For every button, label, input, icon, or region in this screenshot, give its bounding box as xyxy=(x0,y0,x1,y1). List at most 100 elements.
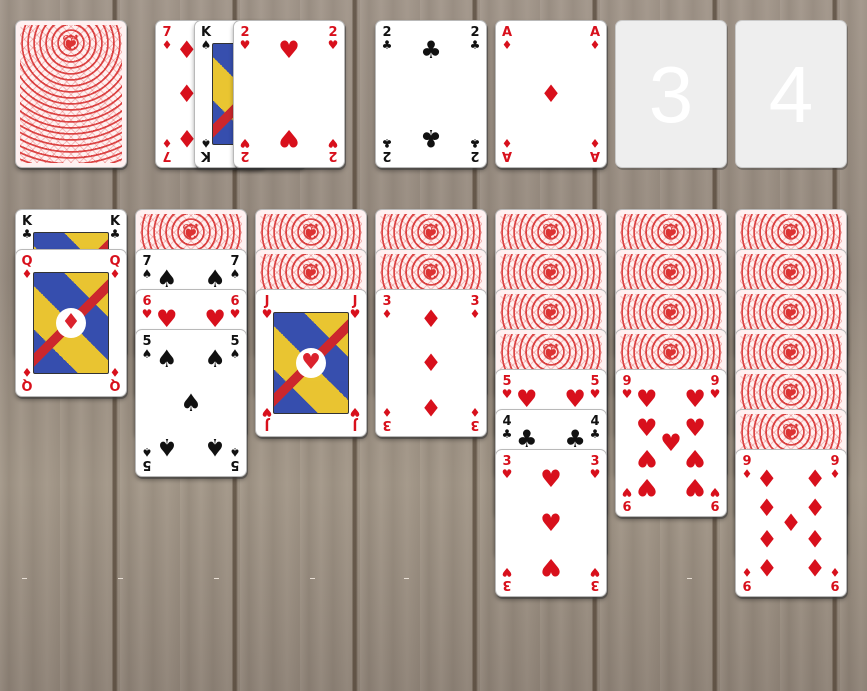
card-suit-label: ♠ xyxy=(141,445,153,459)
card-index-bl: 3 ♦ xyxy=(379,405,395,432)
suit-pip-icon: ♠ xyxy=(204,345,226,374)
table-marking xyxy=(687,578,692,579)
foundation-4-empty-slot[interactable]: 4 xyxy=(735,20,847,168)
card-index-br: 3 ♦ xyxy=(467,405,483,432)
card-rank-label: 2 xyxy=(382,148,392,163)
card-suit-label: ♥ xyxy=(229,307,241,321)
tableau-4-card[interactable]: 3 ♦ 3 ♦ 3 ♦ 3 ♦ ♦ ♦ ♦ xyxy=(375,289,487,437)
card-rank-label: 2 xyxy=(470,148,480,163)
suit-pip-icon: ♥ xyxy=(278,123,300,152)
card-index-br: 2 ♣ xyxy=(467,136,483,163)
card-suit-label: ♥ xyxy=(501,387,513,401)
card-suit-label: ♣ xyxy=(589,427,601,441)
card-back-motif-icon: ❦ xyxy=(541,300,561,325)
court-suit-icon: ♦ xyxy=(56,308,86,338)
foundation-2[interactable]: A ♦ A ♦ A ♦ A ♦ ♦ xyxy=(495,20,607,168)
card-suit-label: ♥ xyxy=(621,485,633,499)
card-suit-label: ♥ xyxy=(501,467,513,481)
card-index-bl: 2 ♣ xyxy=(379,136,395,163)
suit-pip-icon: ♥ xyxy=(636,443,658,472)
card-back-motif-icon: ❦ xyxy=(181,220,201,245)
suit-pip-icon: ♥ xyxy=(204,305,226,334)
foundation-3-empty-slot[interactable]: 3 xyxy=(615,20,727,168)
tableau-1-card[interactable]: Q ♦ Q ♦ Q ♦ Q ♦ ♦ xyxy=(15,249,127,397)
card-back-motif-icon: ❦ xyxy=(541,340,561,365)
card-back-motif-icon: ❦ xyxy=(661,220,681,245)
table-marking xyxy=(214,578,219,579)
card-rank-label: Q xyxy=(109,377,121,392)
card-index-bl: 9 ♥ xyxy=(619,485,635,512)
card-suit-label: ♥ xyxy=(501,565,513,579)
card-suit-label: ♦ xyxy=(109,267,121,281)
card-index-tr: J ♥ xyxy=(347,295,363,320)
foundation-1[interactable]: 2 ♣ 2 ♣ 2 ♣ 2 ♣ ♣ ♣ xyxy=(375,20,487,168)
card-index-tl: 3 ♥ xyxy=(499,455,515,480)
card-index-tl: A ♦ xyxy=(499,26,515,51)
tableau-7-card[interactable]: 9 ♦ 9 ♦ 9 ♦ 9 ♦ ♦ ♦ ♦ ♦ ♦ ♦ ♦ ♦ ♦ xyxy=(735,449,847,597)
card-suit-label: ♠ xyxy=(141,347,153,361)
card-suit-label: ♥ xyxy=(589,387,601,401)
court-card-portrait-icon: ♦ xyxy=(33,272,109,374)
suit-pip-icon: ♦ xyxy=(756,552,778,581)
card-index-bl: 2 ♥ xyxy=(237,136,253,163)
tableau-6-card[interactable]: 9 ♥ 9 ♥ 9 ♥ 9 ♥ ♥ ♥ ♥ ♥ ♥ ♥ ♥ ♥ ♥ xyxy=(615,369,727,517)
card-back-motif-icon: ❦ xyxy=(301,220,321,245)
card-index-tl: 4 ♣ xyxy=(499,415,515,440)
card-index-tr: 9 ♥ xyxy=(707,375,723,400)
card-suit-label: ♣ xyxy=(381,136,393,150)
card-suit-label: ♦ xyxy=(741,565,753,579)
suit-pip-icon: ♥ xyxy=(156,305,178,334)
card-back-motif-icon: ❦ xyxy=(421,220,441,245)
card-suit-label: ♥ xyxy=(239,136,251,150)
card-index-tr: 5 ♥ xyxy=(587,375,603,400)
card-back-motif-icon: ❦ xyxy=(541,260,561,285)
card-suit-label: ♦ xyxy=(469,307,481,321)
card-rank-label: 5 xyxy=(230,457,240,472)
card-suit-label: ♦ xyxy=(501,136,513,150)
suit-pip-icon: ♥ xyxy=(636,414,658,443)
suit-pip-icon: ♥ xyxy=(636,385,658,414)
card-index-tr: A ♦ xyxy=(587,26,603,51)
card-suit-label: ♥ xyxy=(327,136,339,150)
suit-pip-icon: ♦ xyxy=(756,465,778,494)
card-back-motif-icon: ❦ xyxy=(781,300,801,325)
card-index-bl: 5 ♠ xyxy=(139,445,155,472)
card-index-br: 2 ♥ xyxy=(325,136,341,163)
card-index-tr: 3 ♦ xyxy=(467,295,483,320)
card-suit-label: ♦ xyxy=(829,467,841,481)
card-index-tl: 5 ♥ xyxy=(499,375,515,400)
suit-pip-icon: ♦ xyxy=(420,349,442,377)
tableau-2-card[interactable]: 5 ♠ 5 ♠ 5 ♠ 5 ♠ ♠ ♠ ♠ ♠ ♠ xyxy=(135,329,247,477)
card-rank-label: 7 xyxy=(162,148,172,163)
card-rank-label: K xyxy=(200,148,212,163)
tableau-3-card[interactable]: J ♥ J ♥ J ♥ J ♥ ♥ xyxy=(255,289,367,437)
tableau-5-card[interactable]: 3 ♥ 3 ♥ 3 ♥ 3 ♥ ♥ ♥ ♥ xyxy=(495,449,607,597)
card-back-motif-icon: ❦ xyxy=(781,380,801,405)
card-index-br: 9 ♦ xyxy=(827,565,843,592)
card-suit-label: ♠ xyxy=(229,267,241,281)
stock-pile[interactable]: ❦ xyxy=(15,20,127,168)
card-back-motif-icon: ❦ xyxy=(661,300,681,325)
suit-pip-icon: ♦ xyxy=(804,465,826,494)
table-marking xyxy=(22,578,27,579)
card-rank-label: 3 xyxy=(590,577,600,592)
card-index-br: A ♦ xyxy=(587,136,603,163)
card-index-tr: 2 ♣ xyxy=(467,26,483,51)
card-index-tr: 4 ♣ xyxy=(587,415,603,440)
card-back-motif-icon: ❦ xyxy=(661,340,681,365)
suit-pip-icon: ♥ xyxy=(278,36,300,65)
card-index-tr: 3 ♥ xyxy=(587,455,603,480)
suit-pip-icon: ♣ xyxy=(516,425,538,454)
waste-card[interactable]: 2 ♥ 2 ♥ 2 ♥ 2 ♥ ♥ ♥ xyxy=(233,20,345,168)
suit-pip-icon: ♦ xyxy=(804,552,826,581)
card-suit-label: ♦ xyxy=(109,365,121,379)
suit-pip-icon: ♦ xyxy=(540,80,562,108)
card-index-tl: 9 ♥ xyxy=(619,375,635,400)
card-suit-label: ♣ xyxy=(469,38,481,52)
table-marking xyxy=(310,578,315,579)
card-suit-label: ♦ xyxy=(161,38,173,52)
suit-pip-icon: ♠ xyxy=(156,345,178,374)
card-suit-label: ♦ xyxy=(501,38,513,52)
card-suit-label: ♦ xyxy=(829,565,841,579)
card-back-motif-icon: ❦ xyxy=(781,260,801,285)
